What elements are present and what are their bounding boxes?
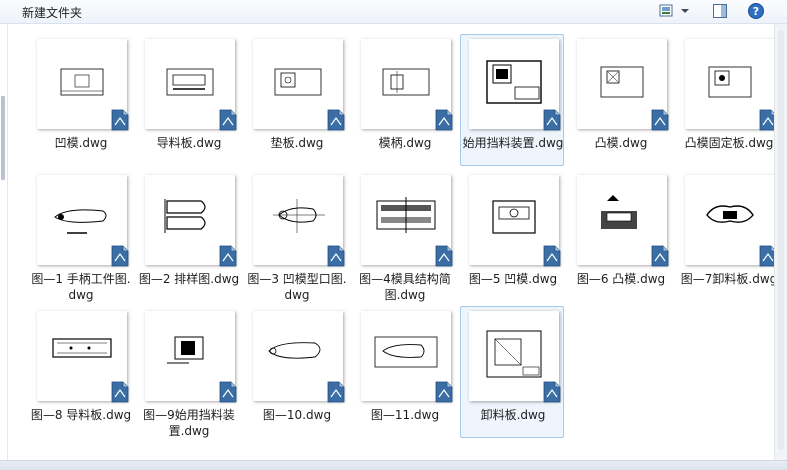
file-name-label: 卸料板.dwg [480,408,546,422]
preview-pane-button[interactable] [708,1,732,21]
dwg-file-icon [111,109,129,131]
file-name-label: 图—5 凹模.dwg [468,272,558,286]
dwg-file-icon [327,245,345,267]
file-item[interactable]: 卸料板.dwg [460,306,564,438]
file-item[interactable]: 凹模.dwg [28,34,132,166]
file-thumbnail [37,311,129,403]
dwg-file-icon [327,381,345,403]
file-name-label: 始用挡料装置.dwg [462,136,564,150]
dwg-file-icon [543,109,561,131]
file-thumbnail [685,39,777,131]
file-name-label: 图—3 凹模型口图.dwg [247,272,347,302]
command-bar: 新建文件夹 ? [0,0,787,24]
file-thumbnail [253,39,345,131]
file-item[interactable]: 图—5 凹模.dwg [460,170,564,302]
vertical-scrollbar[interactable] [774,24,787,460]
file-thumbnail [361,311,453,403]
dwg-file-icon [219,381,237,403]
file-thumbnail [361,175,453,267]
file-item[interactable]: 图—10.dwg [244,306,348,438]
folder-title: 新建文件夹 [22,6,83,20]
file-thumbnail [37,39,129,131]
change-view-button[interactable] [656,1,698,21]
file-thumbnail [145,311,237,403]
file-name-label: 图—1 手柄工件图.dwg [31,272,131,302]
file-name-label: 图—2 排样图.dwg [138,272,240,286]
file-name-label: 导料板.dwg [156,136,222,150]
file-list: 凹模.dwg 导料板.dwg 垫板.dwg 模柄.dwg 始用挡料装置.dwg 凸模.dw… [8,24,777,460]
file-name-label: 凸模固定板.dwg [684,136,774,150]
svg-text:?: ? [753,5,759,18]
chevron-down-icon [681,9,689,13]
file-thumbnail [253,311,345,403]
file-item[interactable]: 图—11.dwg [352,306,456,438]
dwg-file-icon [651,109,669,131]
file-thumbnail [145,39,237,131]
file-item[interactable]: 垫板.dwg [244,34,348,166]
file-item[interactable]: 图—8 导料板.dwg [28,306,132,438]
file-name-label: 图—11.dwg [370,408,440,422]
status-bar [0,460,787,470]
file-name-label: 凹模.dwg [54,136,108,150]
file-name-label: 垫板.dwg [270,136,324,150]
dwg-file-icon [219,245,237,267]
thumbnail-grid: 凹模.dwg 导料板.dwg 垫板.dwg 模柄.dwg 始用挡料装置.dwg 凸模.dw… [28,34,787,442]
file-name-label: 图—9始用挡料装置.dwg [143,408,235,438]
dwg-file-icon [219,109,237,131]
dwg-file-icon [435,245,453,267]
dwg-file-icon [111,245,129,267]
file-item[interactable]: 图—7卸料板.dwg [676,170,780,302]
dwg-file-icon [543,381,561,403]
file-thumbnail [37,175,129,267]
dwg-file-icon [327,109,345,131]
dwg-file-icon [111,381,129,403]
dwg-file-icon [543,245,561,267]
file-item[interactable]: 图—2 排样图.dwg [136,170,240,302]
file-item[interactable]: 图—4模具结构简图.dwg [352,170,456,302]
file-item[interactable]: 图—3 凹模型口图.dwg [244,170,348,302]
file-item[interactable]: 始用挡料装置.dwg [460,34,564,166]
file-item[interactable]: 凸模.dwg [568,34,672,166]
file-name-label: 图—4模具结构简图.dwg [359,272,451,302]
file-thumbnail [577,175,669,267]
file-item[interactable]: 图—1 手柄工件图.dwg [28,170,132,302]
file-thumbnail [361,39,453,131]
file-name-label: 图—6 凸模.dwg [576,272,666,286]
file-name-label: 图—10.dwg [262,408,332,422]
file-thumbnail [685,175,777,267]
file-item[interactable]: 导料板.dwg [136,34,240,166]
file-thumbnail [469,39,561,131]
scrollbar-thumb[interactable] [778,30,784,450]
file-thumbnail [253,175,345,267]
view-thumbnails-icon [659,4,689,17]
navigation-pane-edge [0,24,8,460]
help-icon: ? [748,3,764,19]
file-name-label: 图—7卸料板.dwg [680,272,778,286]
preview-pane-icon [713,4,727,18]
file-item[interactable]: 图—9始用挡料装置.dwg [136,306,240,438]
dwg-file-icon [651,245,669,267]
file-name-label: 模柄.dwg [378,136,432,150]
file-item[interactable]: 图—6 凸模.dwg [568,170,672,302]
file-item[interactable]: 凸模固定板.dwg [676,34,780,166]
help-button[interactable]: ? [744,1,768,21]
file-thumbnail [577,39,669,131]
file-thumbnail [145,175,237,267]
file-item[interactable]: 模柄.dwg [352,34,456,166]
dwg-file-icon [435,109,453,131]
file-thumbnail [469,311,561,403]
file-name-label: 凸模.dwg [594,136,648,150]
dwg-file-icon [435,381,453,403]
file-name-label: 图—8 导料板.dwg [30,408,132,422]
file-thumbnail [469,175,561,267]
